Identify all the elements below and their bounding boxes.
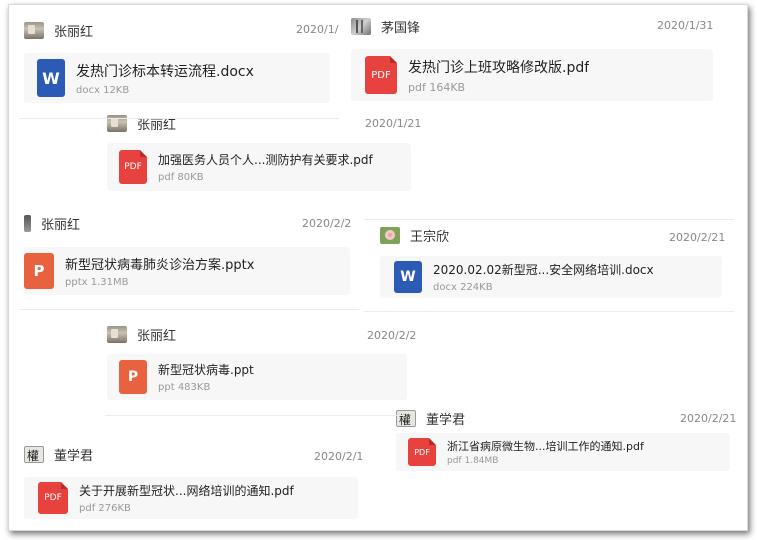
sender-row: 董学君 (24, 445, 93, 464)
divider (105, 415, 405, 416)
sender-name: 王宗欣 (410, 230, 450, 245)
file-name: 2020.02.02新型冠...安全网络培训.docx (433, 263, 654, 277)
sender-name: 董学君 (426, 413, 466, 428)
sender-name: 张丽红 (54, 25, 94, 40)
file-name: 发热门诊上班攻略修改版.pdf (408, 59, 590, 76)
powerpoint-icon: P (24, 253, 54, 289)
sender-row: 张丽红 (24, 21, 93, 40)
pdf-icon: PDF (365, 56, 397, 94)
sender-row: 茅国锋 (351, 17, 420, 36)
message-date: 2020/2/1 (314, 450, 364, 463)
pdf-icon: PDF (408, 438, 436, 466)
file-meta: pdf 80KB (158, 172, 373, 183)
file-type: pdf (408, 80, 426, 94)
sender-name: 张丽红 (41, 218, 81, 233)
file-meta: pptx 1.31MB (65, 277, 254, 288)
message-date: 2020/2/21 (669, 231, 726, 244)
message-group: 王宗欣 2020/2/21 W 2020.02.02新型冠...安全网络培训.d… (364, 220, 734, 310)
file-type: pdf (158, 172, 175, 183)
message-group: 董学君 2020/2/1 PDF 关于开展新型冠状...网络培训的通知.pdf … (19, 435, 363, 525)
message-date: 2020/1/31 (657, 19, 714, 32)
file-size: 1.84MB (464, 456, 499, 466)
file-size: 224KB (460, 282, 493, 293)
file-card[interactable]: W 发热门诊标本转运流程.docx docx 12KB (24, 53, 330, 103)
file-size: 164KB (429, 80, 466, 94)
file-meta: pdf 1.84MB (447, 456, 644, 466)
file-card[interactable]: PDF 加强医务人员个人...测防护有关要求.pdf pdf 80KB (107, 143, 411, 191)
sender-row: 张丽红 (107, 114, 176, 133)
powerpoint-icon: P (119, 360, 147, 394)
file-list-collage: 张丽红 2020/1/ W 发热门诊标本转运流程.docx docx 12KB … (8, 4, 748, 531)
file-name: 新型冠状病毒肺炎诊治方案.pptx (65, 258, 255, 273)
file-size: 12KB (103, 84, 130, 96)
sender-row: 张丽红 (24, 214, 80, 233)
message-date: 2020/2/2 (302, 217, 352, 230)
sender-name: 张丽红 (137, 118, 177, 133)
file-card[interactable]: P 新型冠状病毒.ppt ppt 483KB (107, 354, 407, 400)
file-meta: ppt 483KB (158, 382, 254, 393)
file-meta: pdf 164KB (408, 81, 589, 94)
sender-name: 张丽红 (137, 329, 177, 344)
divider (364, 219, 734, 220)
sender-name: 茅国锋 (381, 21, 421, 36)
avatar[interactable] (380, 227, 400, 244)
file-name: 加强医务人员个人...测防护有关要求.pdf (158, 153, 373, 167)
sender-name: 董学君 (54, 449, 94, 464)
message-group: 张丽红 2020/1/21 PDF 加强医务人员个人...测防护有关要求.pdf… (105, 110, 421, 200)
file-size: 1.31MB (90, 277, 129, 288)
word-icon: W (37, 59, 65, 97)
divider (19, 118, 339, 119)
file-type: pdf (447, 456, 462, 466)
file-card[interactable]: P 新型冠状病毒肺炎诊治方案.pptx pptx 1.31MB (24, 247, 350, 295)
avatar[interactable] (396, 410, 416, 427)
avatar[interactable] (351, 18, 371, 35)
file-type: ppt (158, 382, 175, 393)
message-group: 张丽红 2020/1/ W 发热门诊标本转运流程.docx docx 12KB (19, 13, 343, 113)
message-date: 2020/1/ (296, 23, 339, 36)
divider (19, 309, 359, 310)
file-card[interactable]: W 2020.02.02新型冠...安全网络培训.docx docx 224KB (380, 256, 722, 298)
file-size: 276KB (98, 503, 131, 514)
avatar[interactable] (107, 326, 127, 343)
file-type: docx (76, 84, 100, 96)
sender-row: 董学君 (396, 409, 465, 428)
file-name: 新型冠状病毒.ppt (158, 363, 254, 377)
file-size: 483KB (177, 382, 211, 393)
file-card[interactable]: PDF 浙江省病原微生物...培训工作的通知.pdf pdf 1.84MB (396, 433, 730, 471)
message-group: 张丽红 2020/2/2 P 新型冠状病毒肺炎诊治方案.pptx pptx 1.… (19, 207, 351, 299)
file-size: 80KB (177, 172, 204, 183)
avatar[interactable] (24, 22, 44, 39)
avatar[interactable] (24, 215, 31, 232)
file-card[interactable]: PDF 发热门诊上班攻略修改版.pdf pdf 164KB (351, 49, 713, 101)
file-type: pptx (65, 277, 88, 288)
sender-row: 王宗欣 (380, 226, 449, 245)
word-icon: W (394, 261, 422, 293)
divider (364, 311, 734, 312)
file-name: 关于开展新型冠状...网络培训的通知.pdf (79, 484, 294, 498)
avatar[interactable] (24, 446, 44, 463)
file-name: 浙江省病原微生物...培训工作的通知.pdf (447, 440, 644, 453)
sender-row: 张丽红 (107, 325, 176, 344)
file-meta: pdf 276KB (79, 503, 294, 514)
file-card[interactable]: PDF 关于开展新型冠状...网络培训的通知.pdf pdf 276KB (24, 477, 358, 519)
message-date: 2020/2/2 (367, 329, 417, 342)
file-type: pdf (79, 503, 96, 514)
message-date: 2020/2/21 (680, 412, 737, 425)
message-group: 茅国锋 2020/1/31 PDF 发热门诊上班攻略修改版.pdf pdf 16… (344, 7, 734, 115)
message-group: 董学君 2020/2/21 PDF 浙江省病原微生物...培训工作的通知.pdf… (391, 405, 737, 477)
pdf-icon: PDF (119, 150, 147, 184)
file-meta: docx 224KB (433, 282, 654, 293)
file-name: 发热门诊标本转运流程.docx (76, 63, 254, 80)
file-type: docx (433, 282, 457, 293)
file-meta: docx 12KB (76, 85, 254, 96)
message-group: 张丽红 2020/2/2 P 新型冠状病毒.ppt ppt 483KB (105, 320, 417, 412)
pdf-icon: PDF (38, 482, 68, 514)
message-date: 2020/1/21 (365, 117, 422, 130)
